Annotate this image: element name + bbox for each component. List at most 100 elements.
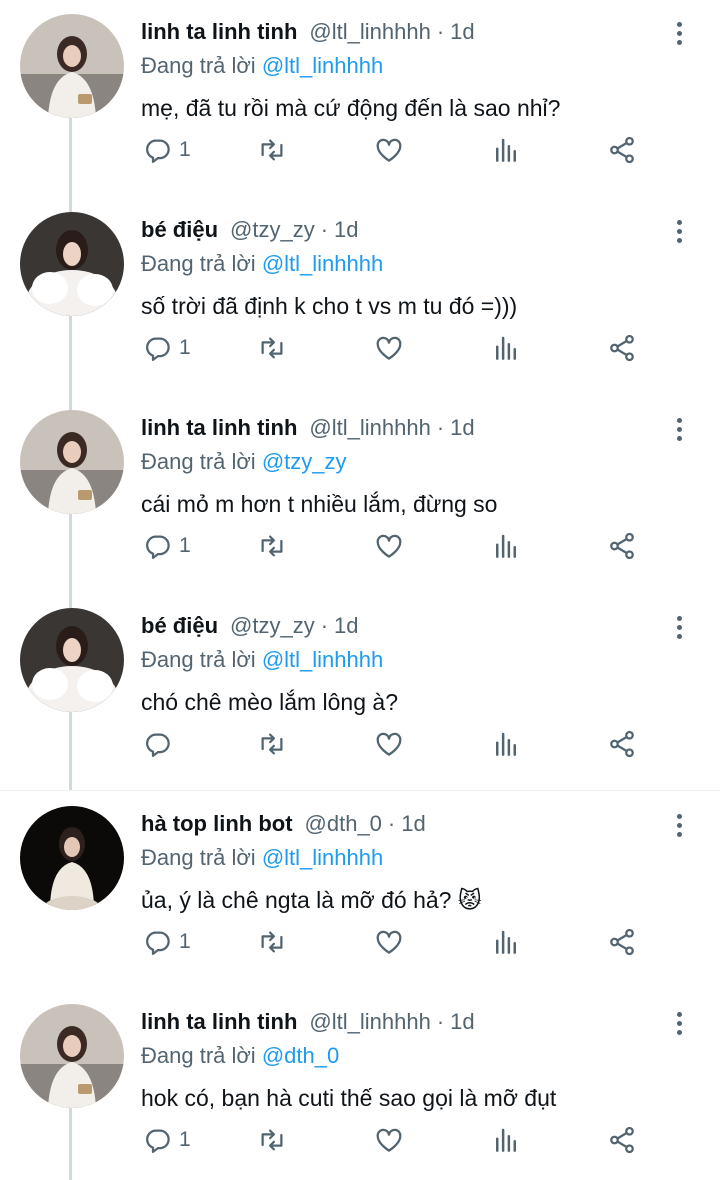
share-button[interactable] xyxy=(607,328,637,368)
separator-dot: · xyxy=(387,811,396,836)
timestamp[interactable]: 1d xyxy=(450,412,474,444)
separator-dot: · xyxy=(320,217,329,242)
mention-link[interactable]: @ltl_linhhhh xyxy=(262,251,383,276)
more-icon[interactable] xyxy=(664,612,694,642)
reply-count: 1 xyxy=(179,534,191,557)
retweet-button[interactable] xyxy=(257,922,287,962)
heart-icon xyxy=(376,138,402,162)
tweet-header: hà top linh bot @dth_0 · 1d xyxy=(141,808,426,842)
reply-button[interactable] xyxy=(143,724,179,764)
timestamp[interactable]: 1d xyxy=(450,1006,474,1038)
avatar[interactable] xyxy=(20,806,124,910)
separator-dot: · xyxy=(320,613,329,638)
tweet-text: cái mỏ m hơn t nhiều lắm, đừng so xyxy=(141,491,498,517)
author-name[interactable]: bé điệu xyxy=(141,610,218,642)
more-icon[interactable] xyxy=(664,18,694,48)
retweet-icon xyxy=(261,733,283,755)
avatar[interactable] xyxy=(20,608,124,712)
tweet[interactable]: linh ta linh tinh @ltl_linhhhh · 1d Đang… xyxy=(0,990,720,1180)
mention-link[interactable]: @tzy_zy xyxy=(262,449,347,474)
timestamp[interactable]: 1d xyxy=(401,808,425,840)
retweet-button[interactable] xyxy=(257,526,287,566)
share-button[interactable] xyxy=(607,1120,637,1160)
replying-label: Đang trả lời xyxy=(141,53,256,78)
tweet-text: số trời đã định k cho t vs m tu đó =))) xyxy=(141,293,518,319)
mention-link[interactable]: @ltl_linhhhh xyxy=(262,53,383,78)
reply-button[interactable]: 1 xyxy=(143,526,191,566)
reply-button[interactable]: 1 xyxy=(143,328,191,368)
author-handle[interactable]: @ltl_linhhhh xyxy=(309,16,430,48)
stats-button[interactable] xyxy=(491,724,521,764)
retweet-button[interactable] xyxy=(257,130,287,170)
share-button[interactable] xyxy=(607,130,637,170)
more-icon[interactable] xyxy=(664,414,694,444)
like-button[interactable] xyxy=(374,526,404,566)
author-name[interactable]: linh ta linh tinh xyxy=(141,412,297,444)
like-button[interactable] xyxy=(374,922,404,962)
stats-icon xyxy=(496,732,516,756)
author-name[interactable]: linh ta linh tinh xyxy=(141,1006,297,1038)
tweet-header: bé điệu @tzy_zy · 1d xyxy=(141,610,359,644)
avatar[interactable] xyxy=(20,14,124,118)
author-name[interactable]: linh ta linh tinh xyxy=(141,16,297,48)
like-button[interactable] xyxy=(374,724,404,764)
tweet[interactable]: linh ta linh tinh @ltl_linhhhh · 1d Đang… xyxy=(0,396,720,594)
share-icon xyxy=(610,928,634,956)
author-handle[interactable]: @tzy_zy xyxy=(230,214,315,246)
share-button[interactable] xyxy=(607,724,637,764)
like-button[interactable] xyxy=(374,130,404,170)
share-button[interactable] xyxy=(607,526,637,566)
retweet-icon xyxy=(261,337,283,359)
timestamp[interactable]: 1d xyxy=(334,214,358,246)
author-name[interactable]: hà top linh bot xyxy=(141,808,293,840)
reply-button[interactable]: 1 xyxy=(143,922,191,962)
author-handle[interactable]: @ltl_linhhhh xyxy=(309,1006,430,1038)
avatar[interactable] xyxy=(20,410,124,514)
author-name[interactable]: bé điệu xyxy=(141,214,218,246)
mention-link[interactable]: @dth_0 xyxy=(262,1043,339,1068)
tweet-actions xyxy=(141,724,661,764)
stats-button[interactable] xyxy=(491,328,521,368)
more-icon[interactable] xyxy=(664,1008,694,1038)
share-icon xyxy=(610,334,634,362)
avatar[interactable] xyxy=(20,1004,124,1108)
like-button[interactable] xyxy=(374,1120,404,1160)
retweet-icon xyxy=(261,1129,283,1151)
reply-count: 1 xyxy=(179,138,191,161)
like-button[interactable] xyxy=(374,328,404,368)
replying-to: Đang trả lời @ltl_linhhhh xyxy=(141,842,383,874)
tweet[interactable]: bé điệu @tzy_zy · 1d Đang trả lời @ltl_l… xyxy=(0,594,720,792)
timestamp[interactable]: 1d xyxy=(450,16,474,48)
tweet-text: mẹ, đã tu rồi mà cứ động đến là sao nhỉ? xyxy=(141,95,561,121)
tweet[interactable]: linh ta linh tinh @ltl_linhhhh · 1d Đang… xyxy=(0,0,720,198)
stats-button[interactable] xyxy=(491,922,521,962)
stats-icon xyxy=(496,336,516,360)
replying-to: Đang trả lời @ltl_linhhhh xyxy=(141,50,383,82)
share-button[interactable] xyxy=(607,922,637,962)
mention-link[interactable]: @ltl_linhhhh xyxy=(262,647,383,672)
reply-icon xyxy=(146,139,170,163)
reply-button[interactable]: 1 xyxy=(143,130,191,170)
tweet-actions: 1 xyxy=(141,1120,661,1160)
tweet[interactable]: hà top linh bot @dth_0 · 1d Đang trả lời… xyxy=(0,792,720,990)
reply-count: 1 xyxy=(179,336,191,359)
reply-count: 1 xyxy=(179,1128,191,1151)
tweet[interactable]: bé điệu @tzy_zy · 1d Đang trả lời @ltl_l… xyxy=(0,198,720,396)
avatar[interactable] xyxy=(20,212,124,316)
stats-button[interactable] xyxy=(491,1120,521,1160)
mention-link[interactable]: @ltl_linhhhh xyxy=(262,845,383,870)
reply-button[interactable]: 1 xyxy=(143,1120,191,1160)
retweet-button[interactable] xyxy=(257,1120,287,1160)
author-handle[interactable]: @ltl_linhhhh xyxy=(309,412,430,444)
more-icon[interactable] xyxy=(664,216,694,246)
retweet-button[interactable] xyxy=(257,724,287,764)
replying-to: Đang trả lời @tzy_zy xyxy=(141,446,347,478)
stats-button[interactable] xyxy=(491,130,521,170)
author-handle[interactable]: @tzy_zy xyxy=(230,610,315,642)
author-handle[interactable]: @dth_0 xyxy=(305,808,382,840)
more-icon[interactable] xyxy=(664,810,694,840)
timestamp[interactable]: 1d xyxy=(334,610,358,642)
retweet-button[interactable] xyxy=(257,328,287,368)
tweet-header: linh ta linh tinh @ltl_linhhhh · 1d xyxy=(141,16,475,50)
stats-button[interactable] xyxy=(491,526,521,566)
